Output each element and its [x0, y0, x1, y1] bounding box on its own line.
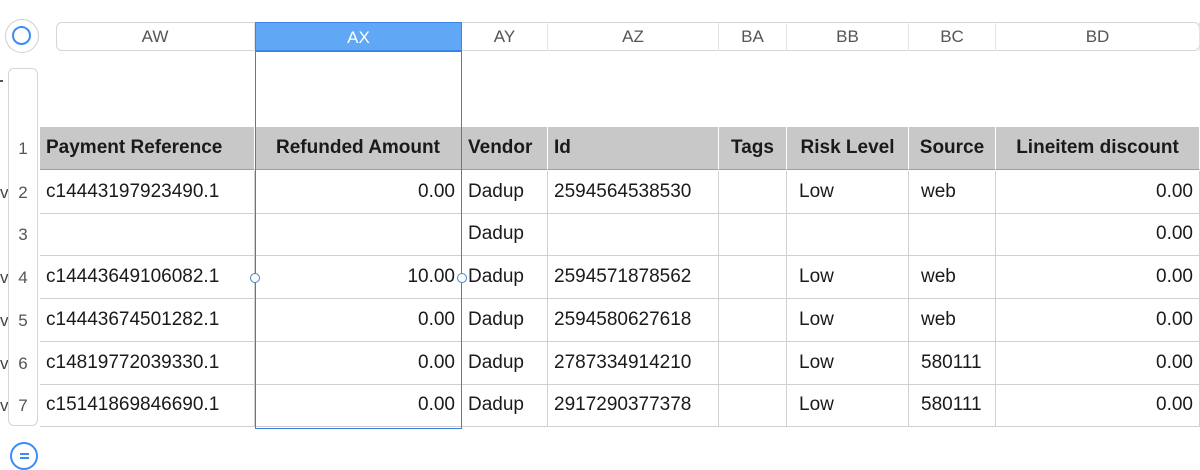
cell-id[interactable] [548, 213, 719, 256]
cell-id[interactable]: 2917290377378 [548, 384, 719, 427]
header-cell-tags[interactable]: Tags [719, 127, 787, 170]
cell-risk[interactable]: Low [787, 299, 909, 342]
column-header-bc[interactable]: BC [909, 22, 996, 51]
truncated-cell: v. [0, 183, 8, 202]
cell-tags[interactable] [719, 384, 787, 427]
cell-ref[interactable]: c14443674501282.1 [40, 299, 255, 342]
row-header-2[interactable]: 2 [8, 171, 38, 214]
cell-vendor[interactable]: Dadup [462, 299, 548, 342]
cell-risk[interactable] [787, 213, 909, 256]
cell-vendor[interactable]: Dadup [462, 171, 548, 214]
cell-tags[interactable] [719, 342, 787, 385]
column-header-az[interactable]: AZ [548, 22, 719, 51]
cell-ref[interactable]: c14819772039330.1 [40, 342, 255, 385]
row-header-4[interactable]: 4 [8, 256, 38, 299]
header-cell-source[interactable]: Source [909, 127, 996, 170]
select-all-button[interactable] [5, 19, 39, 53]
cell-discount[interactable]: 0.00 [996, 171, 1200, 214]
cell-discount[interactable]: 0.00 [996, 384, 1200, 427]
row-header-7[interactable]: 7 [8, 384, 38, 427]
cell-risk[interactable]: Low [787, 171, 909, 214]
cell-source[interactable]: 580111 [909, 384, 996, 427]
cell-id[interactable]: 2594580627618 [548, 299, 719, 342]
header-cell-id[interactable]: Id [548, 127, 719, 170]
cell-id[interactable]: 2787334914210 [548, 342, 719, 385]
cell-id[interactable]: 2594564538530 [548, 171, 719, 214]
header-cell-risk-level[interactable]: Risk Level [787, 127, 909, 170]
row-header-5[interactable]: 5 [8, 299, 38, 342]
truncated-cell: v. [0, 396, 8, 415]
header-cell-payment-reference[interactable]: Payment Reference [40, 127, 255, 170]
cell-tags[interactable] [719, 213, 787, 256]
column-header-ax[interactable]: AX [255, 22, 462, 51]
cell-tags[interactable] [719, 256, 787, 299]
header-cell-lineitem-discount[interactable]: Lineitem discount [996, 127, 1200, 170]
selection-handle-left[interactable] [250, 272, 260, 283]
cell-id[interactable]: 2594571878562 [548, 256, 719, 299]
truncated-cell: v. [0, 268, 8, 287]
cell-ref[interactable]: c14443649106082.1 [40, 256, 255, 299]
cell-source[interactable] [909, 213, 996, 256]
cell-risk[interactable]: Low [787, 256, 909, 299]
cell-discount[interactable]: 0.00 [996, 299, 1200, 342]
selection-handle-right[interactable] [457, 272, 467, 283]
cell-ref[interactable]: c14443197923490.1 [40, 171, 255, 214]
cell-ref[interactable]: c15141869846690.1 [40, 384, 255, 427]
cell-tags[interactable] [719, 299, 787, 342]
truncated-cell: v. [0, 311, 8, 330]
edge-tick [0, 80, 3, 82]
cell-vendor[interactable]: Dadup [462, 213, 548, 256]
cell-discount[interactable]: 0.00 [996, 213, 1200, 256]
cell-risk[interactable]: Low [787, 384, 909, 427]
cell-vendor[interactable]: Dadup [462, 342, 548, 385]
cell-source[interactable]: web [909, 256, 996, 299]
cell-discount[interactable]: 0.00 [996, 256, 1200, 299]
format-menu-icon[interactable] [10, 442, 38, 470]
column-header-ba[interactable]: BA [719, 22, 787, 51]
cell-ref[interactable] [40, 213, 255, 256]
column-header-bd[interactable]: BD [996, 22, 1200, 51]
cell-vendor[interactable]: Dadup [462, 384, 548, 427]
cell-vendor[interactable]: Dadup [462, 256, 548, 299]
row-header-6[interactable]: 6 [8, 342, 38, 385]
row-header-1[interactable]: 1 [8, 127, 38, 170]
column-header-aw[interactable]: AW [56, 22, 255, 51]
cell-source[interactable]: web [909, 299, 996, 342]
column-header-ay[interactable]: AY [462, 22, 548, 51]
cell-tags[interactable] [719, 171, 787, 214]
column-header-bb[interactable]: BB [787, 22, 909, 51]
cell-risk[interactable]: Low [787, 342, 909, 385]
header-cell-vendor[interactable]: Vendor [462, 127, 548, 170]
row-header-3[interactable]: 3 [8, 213, 38, 256]
column-selection-outline [255, 51, 462, 429]
cell-discount[interactable]: 0.00 [996, 342, 1200, 385]
cell-source[interactable]: 580111 [909, 342, 996, 385]
truncated-cell: v. [0, 354, 8, 373]
cell-source[interactable]: web [909, 171, 996, 214]
